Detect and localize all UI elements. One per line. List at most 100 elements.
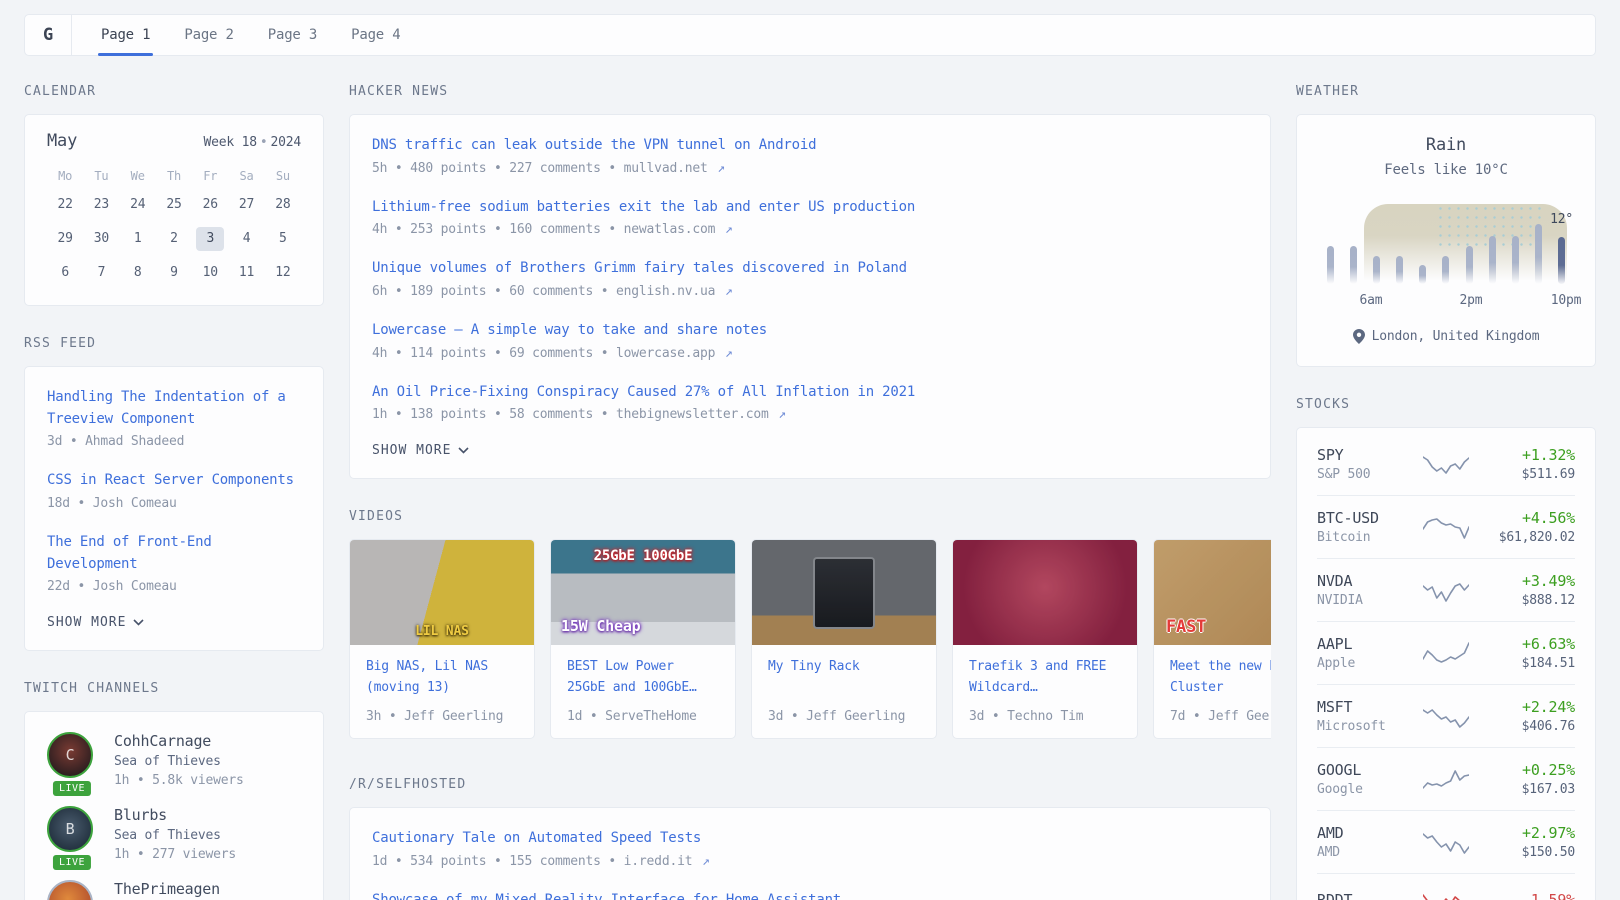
video-title[interactable]: BEST Low Power 25GbE and 100GbE Switch… [567, 657, 719, 699]
calendar-day: 27 [233, 193, 261, 217]
twitch-channel-name[interactable]: ThePrimeagen [114, 880, 220, 898]
rss-item-title[interactable]: Handling The Indentation of a Treeview C… [47, 387, 301, 430]
external-link-icon[interactable]: ↗ [725, 346, 733, 361]
stocks-card: SPYS&P 500 +1.32%$511.69 BTC-USDBitcoin … [1296, 427, 1596, 900]
rss-item: CSS in React Server Components 18d • Jos… [47, 470, 301, 511]
video-meta: 3h • Jeff Geerling [366, 699, 518, 724]
twitch-channel-name[interactable]: Blurbs [114, 806, 236, 824]
weather-location: London, United Kingdom [1321, 329, 1571, 344]
rss-item-meta: 3d • Ahmad Shadeed [47, 434, 301, 449]
stock-sparkline [1413, 702, 1479, 730]
video-thumbnail[interactable] [953, 540, 1137, 645]
stock-sparkline [1413, 450, 1479, 478]
stock-price: $167.03 [1479, 782, 1575, 797]
hn-item-title[interactable]: Lithium-free sodium batteries exit the l… [372, 197, 1248, 219]
external-link-icon[interactable]: ↗ [778, 407, 786, 422]
stock-ticker[interactable]: SPY [1317, 446, 1413, 464]
twitch-channel-name[interactable]: CohhCarnage [114, 732, 244, 750]
external-link-icon[interactable]: ↗ [717, 161, 725, 176]
reddit-widget: /R/SELFHOSTED Cautionary Tale on Automat… [349, 777, 1271, 900]
rss-item-title[interactable]: CSS in React Server Components [47, 470, 301, 492]
twitch-section-title: TWITCH CHANNELS [24, 681, 324, 696]
twitch-avatar[interactable]: C [47, 732, 93, 778]
server-rack-graphic [815, 559, 874, 626]
calendar-day: 28 [269, 193, 297, 217]
rss-item-title[interactable]: The End of Front-End Development [47, 532, 301, 575]
external-link-icon[interactable]: ↗ [725, 284, 733, 299]
stock-price: $150.50 [1479, 845, 1575, 860]
tab-page-3[interactable]: Page 3 [256, 15, 329, 55]
video-meta: 3d • Techno Tim [969, 699, 1121, 724]
weather-bar [1512, 236, 1519, 284]
dow-label: Sa [240, 169, 254, 183]
video-title[interactable]: Traefik 3 and FREE Wildcard… [969, 657, 1121, 699]
twitch-card: C LIVE CohhCarnage Sea of Thieves 1h • 5… [24, 711, 324, 900]
twitch-channel-row: ThePrimeagen [47, 880, 301, 900]
stock-ticker[interactable]: NVDA [1317, 572, 1413, 590]
tab-page-1[interactable]: Page 1 [89, 15, 162, 55]
video-title[interactable]: Big NAS, Lil NAS (moving 13) [366, 657, 518, 699]
weather-widget: WEATHER Rain Feels like 10°C 12° 6am 2pm… [1296, 84, 1596, 367]
external-link-icon[interactable]: ↗ [725, 222, 733, 237]
dow-label: We [131, 169, 145, 183]
calendar-month: May [47, 131, 77, 151]
video-title[interactable]: My Tiny Rack [768, 657, 920, 699]
weather-bar [1466, 246, 1473, 284]
stock-sparkline [1413, 639, 1479, 667]
rss-item-meta: 18d • Josh Comeau [47, 496, 301, 511]
stock-name: NVIDIA [1317, 593, 1413, 608]
hn-show-more-button[interactable]: SHOW MORE [372, 443, 1248, 458]
hn-item-meta: 6h • 189 points • 60 comments • english.… [372, 284, 1248, 299]
external-link-icon[interactable]: ↗ [702, 854, 710, 869]
weather-bar [1489, 236, 1496, 284]
stock-ticker[interactable]: MSFT [1317, 698, 1413, 716]
tab-page-2[interactable]: Page 2 [172, 15, 245, 55]
video-thumbnail[interactable] [752, 540, 936, 645]
hn-item-title[interactable]: Unique volumes of Brothers Grimm fairy t… [372, 258, 1248, 280]
stock-price: $888.12 [1479, 593, 1575, 608]
stocks-widget: STOCKS SPYS&P 500 +1.32%$511.69 BTC-USDB… [1296, 397, 1596, 900]
twitch-avatar[interactable] [47, 880, 93, 900]
weather-bar [1535, 224, 1542, 284]
stock-ticker[interactable]: BTC-USD [1317, 509, 1413, 527]
calendar-day: 11 [233, 261, 261, 285]
stock-row: RDDT -1.59% [1317, 873, 1575, 900]
stock-price: $184.51 [1479, 656, 1575, 671]
twitch-widget: TWITCH CHANNELS C LIVE CohhCarnage Sea o… [24, 681, 324, 900]
thumbnail-text: FAST [1166, 617, 1206, 637]
hn-item-title[interactable]: Lowercase – A simple way to take and sha… [372, 320, 1248, 342]
stock-row: BTC-USDBitcoin +4.56%$61,820.02 [1317, 495, 1575, 558]
dow-label: Th [167, 169, 181, 183]
stock-name: Apple [1317, 656, 1413, 671]
reddit-item-title[interactable]: Showcase of my Mixed Reality Interface f… [372, 890, 1248, 900]
tab-page-4[interactable]: Page 4 [339, 15, 412, 55]
calendar-day: 22 [51, 193, 79, 217]
twitch-avatar[interactable]: B [47, 806, 93, 852]
location-pin-icon [1353, 329, 1365, 344]
calendar-day: 23 [87, 193, 115, 217]
calendar-day: 2 [160, 227, 188, 251]
video-thumbnail[interactable]: FAST [1154, 540, 1271, 645]
hn-item-title[interactable]: DNS traffic can leak outside the VPN tun… [372, 135, 1248, 157]
calendar-day: 6 [51, 261, 79, 285]
rss-section-title: RSS FEED [24, 336, 324, 351]
video-thumbnail[interactable]: 25GbE 100GbE 15W Cheap [551, 540, 735, 645]
stock-ticker[interactable]: AMD [1317, 824, 1413, 842]
calendar-day: 24 [124, 193, 152, 217]
weather-bar [1558, 237, 1565, 284]
calendar-day: 26 [196, 193, 224, 217]
reddit-section-title: /R/SELFHOSTED [349, 777, 1271, 792]
stock-ticker[interactable]: AAPL [1317, 635, 1413, 653]
video-thumbnail[interactable]: LIL NAS [350, 540, 534, 645]
stock-row: NVDA NVIDIA +3.49% $888.12 [1317, 558, 1575, 621]
stock-ticker[interactable]: RDDT [1317, 891, 1413, 900]
hn-item-title[interactable]: An Oil Price-Fixing Conspiracy Caused 27… [372, 382, 1248, 404]
video-title[interactable]: Meet the new Linux Cluster [1170, 657, 1271, 699]
stock-change: +3.49% [1479, 572, 1575, 590]
stock-ticker[interactable]: GOOGL [1317, 761, 1413, 779]
time-label: 6am [1360, 293, 1383, 308]
reddit-item-title[interactable]: Cautionary Tale on Automated Speed Tests [372, 828, 1248, 850]
twitch-channel-row: B LIVE Blurbs Sea of Thieves 1h • 277 vi… [47, 806, 301, 862]
rss-show-more-button[interactable]: SHOW MORE [47, 615, 301, 630]
calendar-widget: CALENDAR May Week 18•2024 Mo Tu We Th Fr… [24, 84, 324, 306]
